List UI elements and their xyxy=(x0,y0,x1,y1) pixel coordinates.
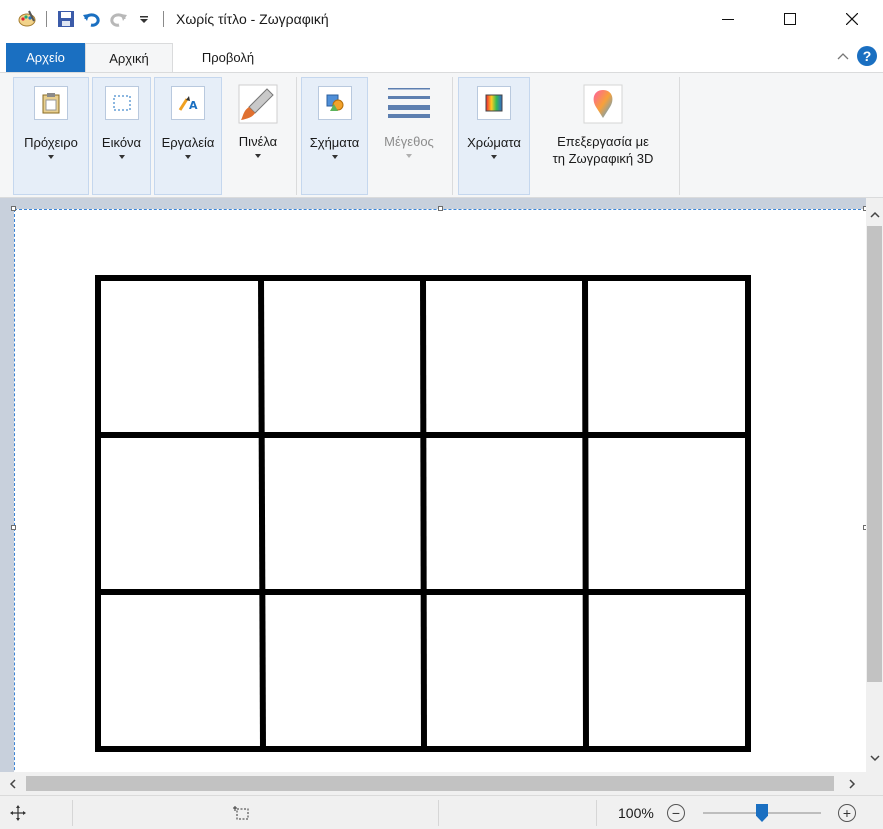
minimize-icon xyxy=(722,19,734,20)
tools-dropdown-arrow xyxy=(185,155,191,159)
drawing-canvas[interactable] xyxy=(14,209,866,795)
tools-icon: A xyxy=(171,86,205,120)
colors-label: Χρώματα xyxy=(467,135,521,150)
brushes-label: Πινέλα xyxy=(238,134,278,149)
clipboard-group[interactable]: Πρόχειρο xyxy=(13,77,89,195)
ribbon-separator xyxy=(296,77,297,195)
redo-icon[interactable] xyxy=(107,8,129,30)
ribbon-separator xyxy=(679,77,680,195)
scroll-down-arrow-icon[interactable] xyxy=(866,750,883,767)
size-label: Μέγεθος xyxy=(384,134,434,149)
colors-dropdown-arrow xyxy=(491,155,497,159)
minimize-button[interactable] xyxy=(697,0,759,38)
zoom-cell: 100% xyxy=(618,796,654,829)
image-label: Εικόνα xyxy=(101,135,142,150)
paint3d-label-line1: Επεξεργασία με xyxy=(557,134,649,149)
ribbon-tabs: Αρχείο Αρχική Προβολή ? xyxy=(0,38,883,72)
ribbon-separator xyxy=(452,77,453,195)
help-icon[interactable]: ? xyxy=(857,46,877,66)
colors-group[interactable]: Χρώματα xyxy=(458,77,530,195)
brushes-group[interactable]: Πινέλα xyxy=(226,77,290,195)
tools-label: Εργαλεία xyxy=(161,135,215,150)
clipboard-label: Πρόχειρο xyxy=(24,135,78,150)
selection-size-icon xyxy=(232,796,250,829)
zoom-out-icon: − xyxy=(667,804,685,822)
grid-column-line xyxy=(419,274,428,753)
resize-handle-top[interactable] xyxy=(438,206,443,211)
title-separator xyxy=(163,11,164,27)
size-dropdown-arrow xyxy=(406,154,412,158)
vertical-scrollbar[interactable] xyxy=(866,198,883,772)
close-icon xyxy=(846,13,858,25)
quick-access-toolbar xyxy=(0,0,172,38)
shapes-group[interactable]: Σχήματα xyxy=(301,77,368,195)
scroll-up-arrow-icon[interactable] xyxy=(866,206,883,223)
ribbon-tab-actions: ? xyxy=(837,46,877,66)
shapes-label: Σχήματα xyxy=(309,135,360,150)
status-divider xyxy=(438,800,439,826)
maximize-button[interactable] xyxy=(759,0,821,38)
resize-handle-top-left[interactable] xyxy=(11,206,16,211)
status-divider xyxy=(72,800,73,826)
grid-column-line xyxy=(257,274,267,753)
image-dropdown-arrow xyxy=(118,155,125,159)
shapes-dropdown-arrow xyxy=(331,155,338,159)
paint-app-icon[interactable] xyxy=(16,8,38,30)
horizontal-scrollbar[interactable] xyxy=(0,772,866,795)
tab-view[interactable]: Προβολή xyxy=(180,43,276,72)
status-divider xyxy=(596,800,597,826)
clipboard-icon xyxy=(34,86,68,120)
status-bar: 100% − + xyxy=(0,795,883,829)
collapse-ribbon-icon[interactable] xyxy=(837,51,849,61)
shapes-icon xyxy=(317,86,352,120)
size-group[interactable]: Μέγεθος xyxy=(372,77,446,195)
tab-home[interactable]: Αρχική xyxy=(85,43,173,72)
paint3d-group[interactable]: Επεξεργασία με τη Ζωγραφική 3D xyxy=(533,77,673,195)
work-area xyxy=(0,198,883,795)
undo-icon[interactable] xyxy=(81,8,103,30)
svg-text:A: A xyxy=(189,99,198,112)
drawn-grid xyxy=(95,274,751,753)
zoom-level: 100% xyxy=(618,805,654,821)
canvas-border-left xyxy=(14,209,15,795)
scrollbar-corner xyxy=(866,772,883,795)
move-cursor-icon xyxy=(10,796,26,829)
brushes-dropdown-arrow xyxy=(255,154,261,158)
tools-group[interactable]: A Εργαλεία xyxy=(154,77,222,195)
close-button[interactable] xyxy=(821,0,883,38)
zoom-slider-thumb[interactable] xyxy=(756,804,768,822)
maximize-icon xyxy=(784,13,796,25)
paint3d-label: Επεξεργασία με τη Ζωγραφική 3D xyxy=(553,133,654,167)
line-size-icon xyxy=(386,85,432,119)
paint3d-icon xyxy=(582,83,624,125)
vertical-scroll-thumb[interactable] xyxy=(867,226,882,682)
tab-file[interactable]: Αρχείο xyxy=(6,43,85,72)
quick-access-separator xyxy=(46,11,47,27)
resize-handle-left[interactable] xyxy=(11,525,16,530)
zoom-in-button[interactable]: + xyxy=(838,796,856,829)
zoom-out-button[interactable]: − xyxy=(667,796,685,829)
window-title: Χωρίς τίτλο - Ζωγραφική xyxy=(176,11,329,27)
ribbon: Πρόχειρο Εικόνα A Εργαλεία Πινέλα Σχήματ… xyxy=(0,72,883,198)
grid-column-line xyxy=(581,274,590,753)
paint3d-label-line2: τη Ζωγραφική 3D xyxy=(552,151,654,166)
customize-qat-icon[interactable] xyxy=(133,8,155,30)
image-group[interactable]: Εικόνα xyxy=(92,77,151,195)
horizontal-scroll-thumb[interactable] xyxy=(26,776,834,791)
selection-icon xyxy=(104,86,139,120)
brush-icon xyxy=(237,83,279,125)
zoom-in-icon: + xyxy=(838,804,856,822)
scroll-right-arrow-icon[interactable] xyxy=(844,775,861,792)
scroll-left-arrow-icon[interactable] xyxy=(4,775,21,792)
window-controls xyxy=(697,0,883,38)
save-icon[interactable] xyxy=(55,8,77,30)
clipboard-dropdown-arrow xyxy=(48,155,54,159)
color-palette-icon xyxy=(477,86,511,120)
title-bar: Χωρίς τίτλο - Ζωγραφική xyxy=(0,0,883,38)
